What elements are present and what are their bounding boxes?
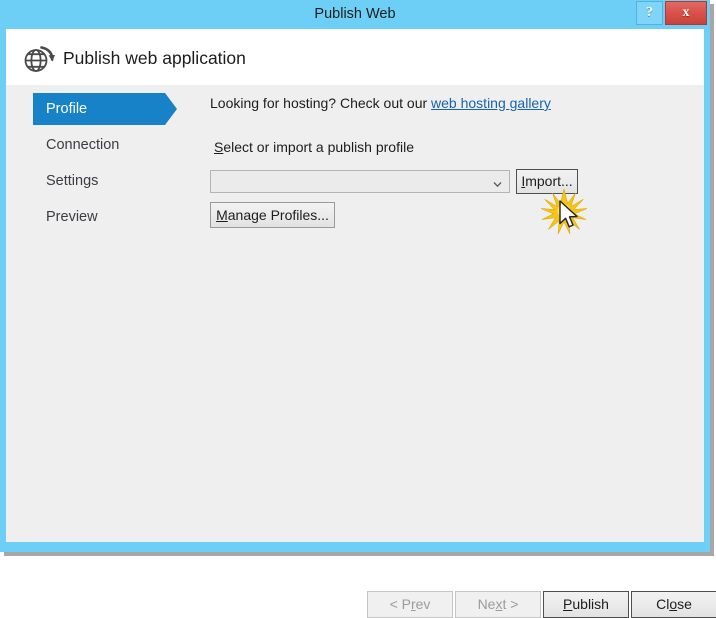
close-dialog-button-label-post: se (677, 596, 692, 612)
close-dialog-button-label-pre: Cl (656, 596, 670, 612)
sidebar-item-profile[interactable]: Profile (33, 93, 177, 125)
publish-button-accesskey: P (563, 596, 573, 612)
prev-button-label-post: ev (415, 596, 431, 612)
title-bar: Publish Web ? x (0, 0, 710, 29)
sidebar-item-label: Connection (46, 137, 120, 153)
sidebar-item-label: Settings (46, 173, 99, 189)
chevron-right-icon (165, 93, 177, 125)
publish-button-label-post: ublish (572, 596, 609, 612)
page-title: Publish web application (63, 48, 246, 68)
publish-button[interactable]: Publish (543, 591, 629, 618)
close-icon: x (682, 5, 690, 20)
sidebar-item-connection[interactable]: Connection (33, 129, 165, 161)
hosting-prompt-text: Looking for hosting? Check out our (210, 95, 432, 111)
help-button[interactable]: ? (636, 1, 663, 25)
dialog-footer: < Prev Next > Publish Close (6, 505, 716, 618)
globe-publish-icon (21, 42, 55, 76)
import-button-label: mport... (525, 173, 573, 189)
manage-profiles-button-label: anage Profiles... (227, 207, 329, 223)
chevron-down-icon (493, 176, 502, 188)
profile-select-label-accesskey: S (214, 139, 224, 155)
sidebar-item-preview[interactable]: Preview (33, 201, 165, 233)
publish-web-dialog: Publish Web ? x Publish web application … (0, 0, 716, 618)
next-button[interactable]: Next > (455, 591, 541, 618)
sidebar-item-label: Preview (46, 209, 98, 225)
next-button-label-pre: Ne (477, 596, 496, 612)
next-button-accesskey: x (495, 596, 503, 612)
close-dialog-button-accesskey: o (669, 596, 678, 612)
close-dialog-button[interactable]: Close (631, 591, 716, 618)
wizard-step-nav: Profile Connection Settings Preview (6, 85, 196, 505)
sidebar-item-label: Profile (46, 101, 88, 117)
dialog-body: Profile Connection Settings Preview Look… (6, 85, 716, 618)
prev-button-label-pre: < P (389, 596, 411, 612)
profile-panel: Looking for hosting? Check out our web h… (196, 85, 704, 505)
next-button-label-post: t > (502, 596, 519, 612)
manage-profiles-button-accesskey: M (216, 207, 228, 223)
window-title: Publish Web (314, 6, 396, 22)
profile-select-label: Select or import a publish profile (214, 139, 414, 155)
publish-profile-combobox[interactable] (210, 170, 510, 193)
profile-select-label-text: elect or import a publish profile (223, 139, 414, 155)
prev-button[interactable]: < Prev (367, 591, 453, 618)
import-button[interactable]: Import... (516, 169, 578, 194)
sidebar-item-settings[interactable]: Settings (33, 165, 165, 197)
dialog-client-area: Publish web application Profile Connecti… (6, 29, 716, 618)
web-hosting-gallery-link[interactable]: web hosting gallery (431, 95, 551, 111)
manage-profiles-button[interactable]: Manage Profiles... (210, 202, 335, 228)
dialog-header: Publish web application (6, 29, 704, 85)
close-button[interactable]: x (665, 1, 707, 25)
hosting-prompt: Looking for hosting? Check out our web h… (210, 95, 551, 111)
question-mark-icon: ? (646, 5, 653, 20)
